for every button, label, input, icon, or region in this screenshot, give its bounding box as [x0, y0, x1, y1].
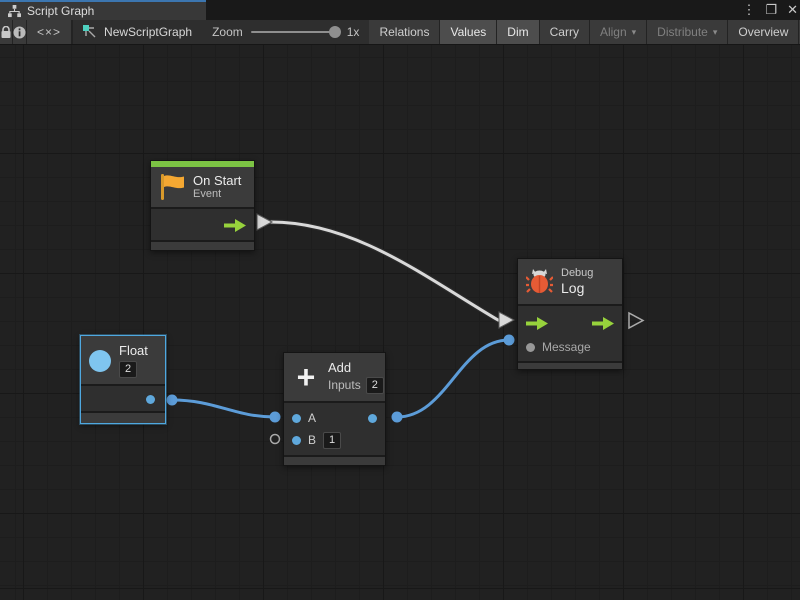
zoom-label: Zoom [212, 25, 243, 39]
port-a-label: A [308, 411, 316, 425]
node-footer [518, 361, 622, 369]
zoom-slider-handle[interactable] [329, 26, 341, 38]
chevron-down-icon: ▾ [632, 27, 637, 38]
unity-visual-scripting-window: Script Graph ⋮ ❐ ✕ <×> [0, 0, 800, 600]
tab-script-graph[interactable]: Script Graph [0, 0, 206, 20]
graph-hierarchy-icon [8, 5, 21, 18]
node-subtitle: Inputs [328, 379, 361, 392]
window-controls: ⋮ ❐ ✕ [742, 0, 798, 20]
node-footer [284, 455, 385, 465]
node-footer [151, 240, 254, 250]
flow-output-port[interactable] [592, 317, 614, 330]
unconnected-port-circle[interactable] [271, 435, 280, 444]
script-graph-icon [83, 25, 98, 39]
node-title: Log [561, 280, 593, 296]
graph-toolbar: <×> NewScriptGraph Zoom 1x Relations Val… [0, 20, 800, 45]
close-icon[interactable]: ✕ [787, 0, 798, 20]
add-icon: + [292, 364, 320, 390]
code-brackets-icon: <×> [37, 25, 61, 39]
inputs-count-field[interactable]: 2 [366, 377, 384, 394]
overview-button[interactable]: Overview [728, 20, 799, 44]
graph-canvas[interactable]: On Start Event Float 2 [0, 45, 800, 600]
value-wire-float-to-add[interactable] [172, 400, 275, 417]
info-button[interactable] [13, 20, 27, 44]
control-wire-outline [271, 222, 498, 320]
value-output-port[interactable] [146, 395, 155, 404]
value-output-port[interactable] [368, 414, 377, 423]
value-wire-add-to-debug[interactable] [397, 340, 509, 417]
dim-button[interactable]: Dim [497, 20, 539, 44]
chevron-down-icon: ▾ [713, 27, 718, 38]
window-menu-icon[interactable]: ⋮ [742, 0, 755, 20]
node-title: On Start [193, 173, 241, 188]
node-float[interactable]: Float 2 [80, 335, 166, 424]
control-wire[interactable] [271, 222, 498, 320]
align-button[interactable]: Align ▾ [590, 20, 647, 44]
distribute-label: Distribute [657, 25, 708, 39]
tab-strip: Script Graph ⋮ ❐ ✕ [0, 0, 800, 20]
flow-output-port[interactable] [224, 219, 246, 232]
node-title: Add [328, 360, 384, 375]
carry-button[interactable]: Carry [540, 20, 590, 44]
wire-arrowhead-start [257, 214, 272, 230]
node-footer [81, 411, 165, 423]
wire-endpoint-dot [167, 395, 178, 406]
float-value-field[interactable]: 2 [119, 361, 137, 378]
node-debug-log[interactable]: Debug Log Me [517, 258, 623, 370]
node-category: Debug [561, 267, 593, 280]
graph-name-label: NewScriptGraph [104, 25, 192, 39]
edit-code-button[interactable]: <×> [27, 20, 72, 44]
lock-button[interactable] [0, 20, 13, 44]
wire-arrowhead-end [499, 312, 514, 328]
input-port-a[interactable] [292, 414, 301, 423]
node-title: Float [119, 343, 148, 358]
values-button[interactable]: Values [440, 20, 497, 44]
wire-endpoint-dot [270, 412, 281, 423]
zoom-value: 1x [347, 25, 360, 39]
message-port-label: Message [542, 340, 591, 354]
input-port-b[interactable] [292, 436, 301, 445]
node-add[interactable]: + Add Inputs 2 A B [283, 352, 386, 466]
node-subtitle: Event [193, 188, 241, 201]
relations-button[interactable]: Relations [369, 20, 440, 44]
wire-endpoint-dot [504, 335, 515, 346]
connection-wires [0, 45, 800, 600]
b-value-field[interactable]: 1 [323, 432, 341, 449]
info-icon [13, 26, 26, 39]
zoom-slider[interactable] [251, 31, 339, 33]
port-b-label: B [308, 433, 316, 447]
node-on-start[interactable]: On Start Event [150, 160, 255, 251]
maximize-icon[interactable]: ❐ [765, 0, 777, 20]
align-label: Align [600, 25, 627, 39]
lock-icon [0, 26, 12, 39]
unconnected-flow-triangle[interactable] [629, 313, 643, 328]
flow-input-port[interactable] [526, 317, 548, 330]
bug-icon [526, 268, 553, 295]
wire-endpoint-dot [392, 412, 403, 423]
zoom-control: Zoom 1x [202, 20, 369, 44]
flag-icon [159, 173, 185, 201]
tab-label: Script Graph [27, 4, 94, 18]
distribute-button[interactable]: Distribute ▾ [647, 20, 728, 44]
graph-name-group[interactable]: NewScriptGraph [73, 20, 202, 44]
message-input-port[interactable] [526, 343, 535, 352]
float-type-icon [89, 350, 111, 372]
